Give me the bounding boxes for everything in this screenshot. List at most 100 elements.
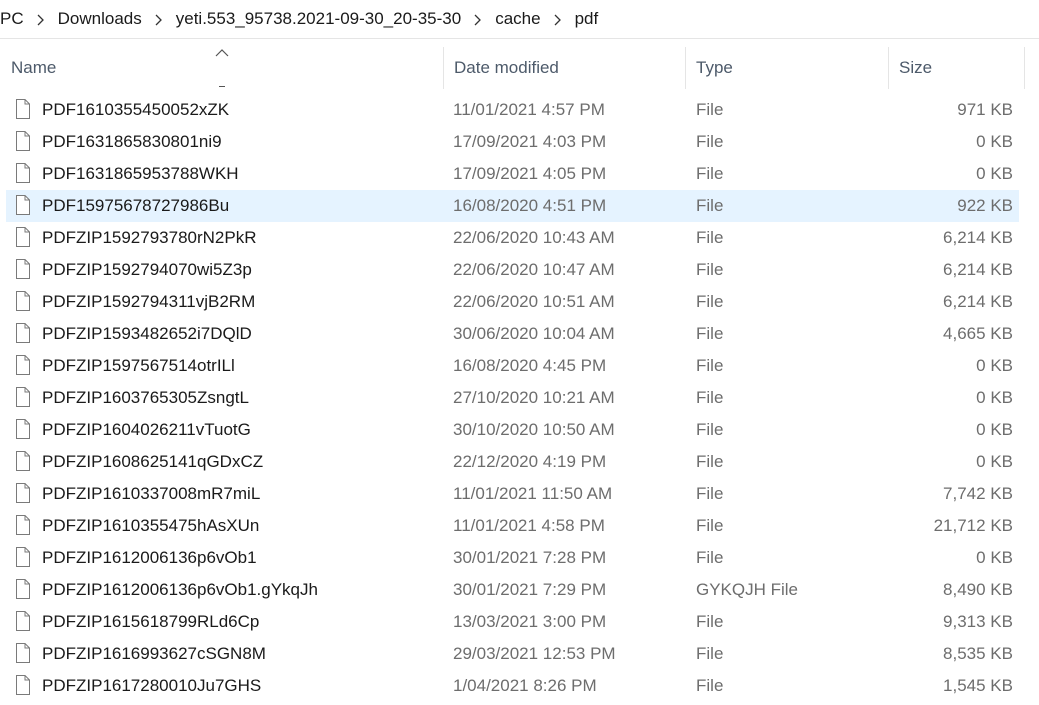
file-row[interactable]: PDFZIP1612006136p6vOb1 30/01/2021 7:28 PM… <box>6 542 1019 574</box>
file-row[interactable]: PDF1631865830801ni9 17/09/2021 4:03 PM Fil… <box>6 126 1019 158</box>
file-row[interactable]: PDFZIP1597567514otrILl 16/08/2020 4:45 PM… <box>6 350 1019 382</box>
breadcrumb-item-downloads[interactable]: Downloads <box>56 9 144 29</box>
file-name: PDF1631865953788WKH <box>42 164 239 183</box>
file-name: PDFZIP1612006136p6vOb1 <box>42 548 257 567</box>
file-type: File <box>696 516 724 535</box>
file-type: File <box>696 452 724 471</box>
chevron-right-icon[interactable] <box>543 9 573 29</box>
file-icon <box>15 418 31 445</box>
file-row[interactable]: PDFZIP1610355475hAsXUn 11/01/2021 4:58 PM… <box>6 510 1019 542</box>
file-date-modified: 30/01/2021 7:29 PM <box>453 580 607 599</box>
file-date-modified: 27/10/2020 10:21 AM <box>453 388 615 407</box>
file-size: 0 KB <box>976 452 1013 471</box>
file-row[interactable]: PDF1631865953788WKH 17/09/2021 4:05 PM Fil… <box>6 158 1019 190</box>
file-size: 6,214 KB <box>943 228 1013 247</box>
file-type: File <box>696 260 724 279</box>
chevron-right-icon[interactable] <box>463 9 493 29</box>
file-row[interactable]: PDFZIP1612006136p6vOb1.gYkqJh 30/01/2021 … <box>6 574 1019 606</box>
file-size: 922 KB <box>957 196 1013 215</box>
file-type: File <box>696 324 724 343</box>
file-row[interactable]: PDFZIP1592793780rN2PkR 22/06/2020 10:43 A… <box>6 222 1019 254</box>
breadcrumb-item-pdf[interactable]: pdf <box>573 9 601 29</box>
file-date-modified: 13/03/2021 3:00 PM <box>453 612 607 631</box>
file-size: 8,535 KB <box>943 644 1013 663</box>
file-row[interactable]: PDFZIP1615618799RLd6Cp 13/03/2021 3:00 PM… <box>6 606 1019 638</box>
file-row[interactable]: PDF1610355450052xZK 11/01/2021 4:57 PM Fil… <box>6 94 1019 126</box>
file-size: 21,712 KB <box>933 516 1013 535</box>
file-name: PDFZIP1615618799RLd6Cp <box>42 612 260 631</box>
file-name: PDF1610355450052xZK <box>42 100 230 119</box>
file-row[interactable]: PDFZIP1610337008mR7miL 11/01/2021 11:50 A… <box>6 478 1019 510</box>
file-size: 0 KB <box>976 420 1013 439</box>
file-type: File <box>696 356 724 375</box>
file-name: PDFZIP1592794070wi5Z3p <box>42 260 252 279</box>
file-date-modified: 29/03/2021 12:53 PM <box>453 644 616 663</box>
file-name: PDF15975678727986Bu <box>42 196 230 215</box>
file-name: PDFZIP1604026211vTuotG <box>42 420 251 439</box>
file-name: PDFZIP1616993627cSGN8M <box>42 644 266 663</box>
column-divider[interactable] <box>443 47 444 89</box>
file-type: File <box>696 292 724 311</box>
file-date-modified: 22/06/2020 10:51 AM <box>453 292 615 311</box>
file-date-modified: 11/01/2021 11:50 AM <box>453 484 613 503</box>
file-type: File <box>696 132 724 151</box>
column-header-size-label: Size <box>899 58 933 77</box>
column-header-size[interactable]: Size <box>899 47 1023 89</box>
file-row[interactable]: PDFZIP1593482652i7DQlD 30/06/2020 10:04 A… <box>6 318 1019 350</box>
file-icon <box>15 194 31 221</box>
file-date-modified: 16/08/2020 4:45 PM <box>453 356 607 375</box>
file-date-modified: 30/01/2021 7:28 PM <box>453 548 607 567</box>
file-name: PDFZIP1612006136p6vOb1.gYkqJh <box>42 580 318 599</box>
file-row[interactable]: PDFZIP1603765305ZsngtL 27/10/2020 10:21 A… <box>6 382 1019 414</box>
file-name: PDFZIP1593482652i7DQlD <box>42 324 252 343</box>
file-name: PDFZIP1597567514otrILl <box>42 356 235 375</box>
file-name: PDFZIP1592793780rN2PkR <box>42 228 257 247</box>
file-date-modified: 30/06/2020 10:04 AM <box>453 324 615 343</box>
file-icon <box>15 258 31 285</box>
file-type: File <box>696 388 724 407</box>
file-size: 9,313 KB <box>943 612 1013 631</box>
breadcrumb-item-pc[interactable]: PC <box>0 9 26 29</box>
file-size: 0 KB <box>976 132 1013 151</box>
file-icon <box>15 322 31 349</box>
file-row[interactable]: PDFZIP1616993627cSGN8M 29/03/2021 12:53 P… <box>6 638 1019 670</box>
file-icon <box>15 98 31 125</box>
column-header-row: Name Date modified Type Size <box>0 47 1039 89</box>
file-size: 0 KB <box>976 164 1013 183</box>
breadcrumb-item-yeti-folder[interactable]: yeti.553_95738.2021-09-30_20-35-30 <box>174 9 463 29</box>
file-type: File <box>696 228 724 247</box>
file-size: 6,214 KB <box>943 260 1013 279</box>
breadcrumb: PC Downloads yeti.553_95738.2021-09-30_2… <box>0 0 1039 39</box>
file-date-modified: 30/10/2020 10:50 AM <box>453 420 615 439</box>
file-icon <box>15 578 31 605</box>
file-type: File <box>696 644 724 663</box>
file-icon <box>15 514 31 541</box>
column-divider[interactable] <box>685 47 686 89</box>
column-header-type[interactable]: Type <box>696 47 886 89</box>
file-icon <box>15 162 31 189</box>
file-row[interactable]: PDFZIP1592794070wi5Z3p 22/06/2020 10:47 A… <box>6 254 1019 286</box>
file-name: PDFZIP1592794311vjB2RM <box>42 292 256 311</box>
file-row[interactable]: PDFZIP1604026211vTuotG 30/10/2020 10:50 A… <box>6 414 1019 446</box>
column-header-date[interactable]: Date modified <box>454 47 684 89</box>
breadcrumb-item-cache[interactable]: cache <box>493 9 542 29</box>
file-size: 0 KB <box>976 548 1013 567</box>
chevron-right-icon[interactable] <box>26 9 56 29</box>
chevron-right-icon[interactable] <box>144 9 174 29</box>
file-row[interactable]: PDFZIP1608625141qGDxCZ 22/12/2020 4:19 PM… <box>6 446 1019 478</box>
column-divider[interactable] <box>888 47 889 89</box>
file-size: 971 KB <box>957 100 1013 119</box>
file-icon <box>15 290 31 317</box>
column-divider[interactable] <box>1024 47 1025 89</box>
file-size: 8,490 KB <box>943 580 1013 599</box>
column-header-name[interactable]: Name <box>11 47 441 89</box>
file-icon <box>15 354 31 381</box>
file-type: GYKQJH File <box>696 580 799 599</box>
file-name: PDFZIP1608625141qGDxCZ <box>42 452 264 471</box>
file-row[interactable]: PDFZIP1592794311vjB2RM 22/06/2020 10:51 A… <box>6 286 1019 318</box>
file-type: File <box>696 612 724 631</box>
file-row[interactable]: PDFZIP1617280010Ju7GHS 1/04/2021 8:26 PM F… <box>6 670 1019 702</box>
file-type: File <box>696 164 724 183</box>
file-row[interactable]: PDF15975678727986Bu 16/08/2020 4:51 PM Fil… <box>6 190 1019 222</box>
file-size: 0 KB <box>976 388 1013 407</box>
